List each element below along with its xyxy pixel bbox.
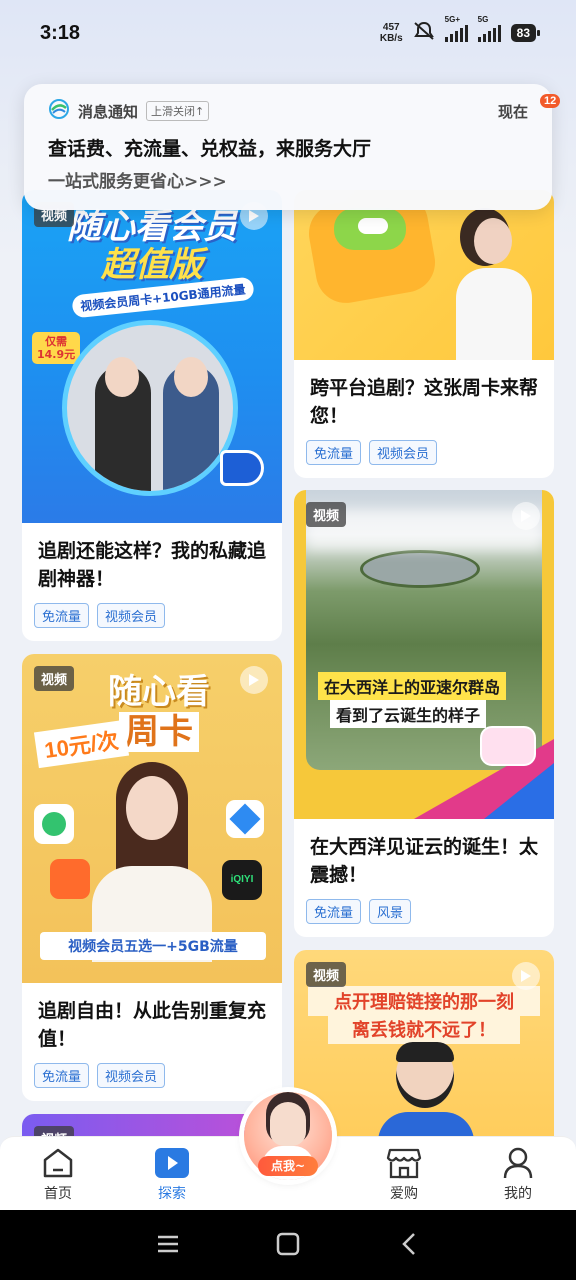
card-title[interactable]: 追剧自由！从此告别重复充值！ [22,983,282,1053]
system-nav-bar [0,1210,576,1280]
thumb-headline-1: 随心看会员 [67,208,237,246]
menu-icon[interactable] [156,1232,180,1260]
feed-card-right-1[interactable]: 跨平台追剧？这张周卡来帮您！ 免流量 视频会员 [294,190,554,478]
notification-banner[interactable]: 消息通知 上滑关闭↑ 现在 查话费、充流量、兑权益，来服务大厅 一站式服务更省心… [24,84,552,210]
battery-icon: 83 [510,24,541,42]
card-title[interactable]: 跨平台追剧？这张周卡来帮您！ [294,360,554,430]
app-logo-icon [34,804,74,844]
play-icon[interactable] [240,666,268,694]
tag-video-member[interactable]: 视频会员 [97,603,166,628]
status-icons: 457 KB/s 5G+ 5G 83 [380,15,541,46]
price-prefix: 仅需 [45,335,68,348]
thumb-price-tag: 仅需 14.9元 [32,332,81,364]
sim1-label: 5G+ [444,15,460,24]
notification-app-name: 消息通知 [78,102,139,121]
unread-count-badge: 12 [540,94,561,108]
thumb-caption-2: 看到了云诞生的样子 [330,700,487,728]
tag-scenery[interactable]: 风景 [369,899,412,924]
price-value: 14.9元 [37,348,76,361]
card-thumbnail: 点开理赔链接的那一刻 离丢钱就不远了！ 视频 [294,950,554,1150]
card-thumbnail [294,190,554,360]
app-logo-icon [50,859,90,899]
thumb-person [454,218,534,360]
china-mobile-logo-icon [48,98,70,124]
back-icon[interactable] [398,1232,422,1260]
play-icon[interactable] [512,962,540,990]
card-thumbnail: 在大西洋上的亚速尔群岛 看到了云诞生的样子 视频 [294,490,554,819]
sim2-label: 5G [477,15,489,24]
tag-video-member[interactable]: 视频会员 [369,440,438,465]
home-button-icon[interactable] [276,1232,300,1260]
tab-shop-label: 爱购 [390,1186,418,1202]
tab-home[interactable]: 首页 [18,1137,98,1211]
card-tags: 免流量 视频会员 [294,430,554,465]
profile-icon [502,1145,534,1181]
tab-shop[interactable]: 爱购 [364,1137,444,1211]
mascot-eyes [358,218,388,234]
explore-play-icon [154,1145,190,1181]
signal-sim2-icon: 5G [477,15,501,42]
assistant-fab[interactable]: 点我~ [244,1092,332,1188]
thumb-headline-2: 超值版 [101,246,203,284]
card-tags: 免流量 风景 [294,889,554,924]
thumb-corner-decor-2 [484,763,554,819]
network-speed: 457 KB/s [380,22,403,44]
video-badge: 视频 [306,962,347,987]
swipe-dismiss-hint: 上滑关闭↑ [146,101,210,121]
store-icon [386,1145,422,1181]
status-bar: 3:18 457 KB/s 5G+ 5G 83 [0,0,576,66]
tab-profile-label: 我的 [504,1186,532,1202]
home-icon [41,1145,75,1181]
thumb-person [378,1042,474,1150]
thumb-ribbon: 视频会员五选一+5GB流量 [40,932,266,960]
tab-profile[interactable]: 我的 [478,1137,558,1211]
notification-time: 现在 [497,102,528,121]
tag-free-data[interactable]: 免流量 [306,899,362,924]
feed-card-right-2[interactable]: 在大西洋上的亚速尔群岛 看到了云诞生的样子 视频 在大西洋见证云的诞生！太震撼！… [294,490,554,937]
thumb-mascot-logo [480,726,536,766]
video-badge: 视频 [306,502,347,527]
card-thumbnail: 随心看 周卡 10元/次 iQIYI 视频会员五选一+5GB流量 视频 [22,654,282,983]
thumb-megaphone [220,450,264,486]
notification-body: 一站式服务更省心>>> [48,172,227,192]
thumb-headline-2: 周卡 [119,712,199,752]
tag-free-data[interactable]: 免流量 [306,440,362,465]
notification-header: 消息通知 上滑关闭↑ 现在 [48,98,528,124]
thumb-price: 10元/次 [33,719,129,769]
card-thumbnail: 随心看会员 超值版 视频会员周卡+10GB通用流量 仅需 14.9元 视频 [22,190,282,523]
tag-free-data[interactable]: 免流量 [34,603,90,628]
card-title[interactable]: 追剧还能这样？我的私藏追剧神器！ [22,523,282,593]
notification-title: 查话费、充流量、兑权益，来服务大厅 [48,138,372,160]
tab-explore-label: 探索 [158,1186,186,1202]
tab-explore[interactable]: 探索 [132,1137,212,1211]
thumb-caption-1: 在大西洋上的亚速尔群岛 [318,672,507,700]
thumb-photo-circle [62,320,238,496]
status-time: 3:18 [40,21,81,44]
assistant-fab-label: 点我~ [258,1156,318,1176]
app-logo-icon [226,800,264,838]
net-speed-value: 457 [382,22,400,33]
tag-video-member[interactable]: 视频会员 [97,1063,166,1088]
app-logo-icon: iQIYI [222,860,262,900]
play-icon[interactable] [512,502,540,530]
thumb-caption-1: 点开理赔链接的那一刻 [308,986,540,1016]
signal-sim1-icon: 5G+ [444,15,468,42]
card-tags: 免流量 视频会员 [22,1053,282,1088]
feed-card-left-1[interactable]: 随心看会员 超值版 视频会员周卡+10GB通用流量 仅需 14.9元 视频 追剧… [22,190,282,641]
feed-card-right-3[interactable]: 点开理赔链接的那一刻 离丢钱就不远了！ 视频 [294,950,554,1150]
mute-icon [413,21,435,46]
card-title[interactable]: 在大西洋见证云的诞生！太震撼！ [294,819,554,889]
feed-card-left-2[interactable]: 随心看 周卡 10元/次 iQIYI 视频会员五选一+5GB流量 视频 追剧自由… [22,654,282,1101]
card-tags: 免流量 视频会员 [22,593,282,628]
tag-free-data[interactable]: 免流量 [34,1063,90,1088]
net-speed-unit: KB/s [379,33,403,44]
thumb-headline-1: 随心看 [108,673,210,711]
video-badge: 视频 [34,666,75,691]
thumb-caption-2: 离丢钱就不远了！ [328,1014,520,1044]
tab-home-label: 首页 [44,1186,72,1202]
